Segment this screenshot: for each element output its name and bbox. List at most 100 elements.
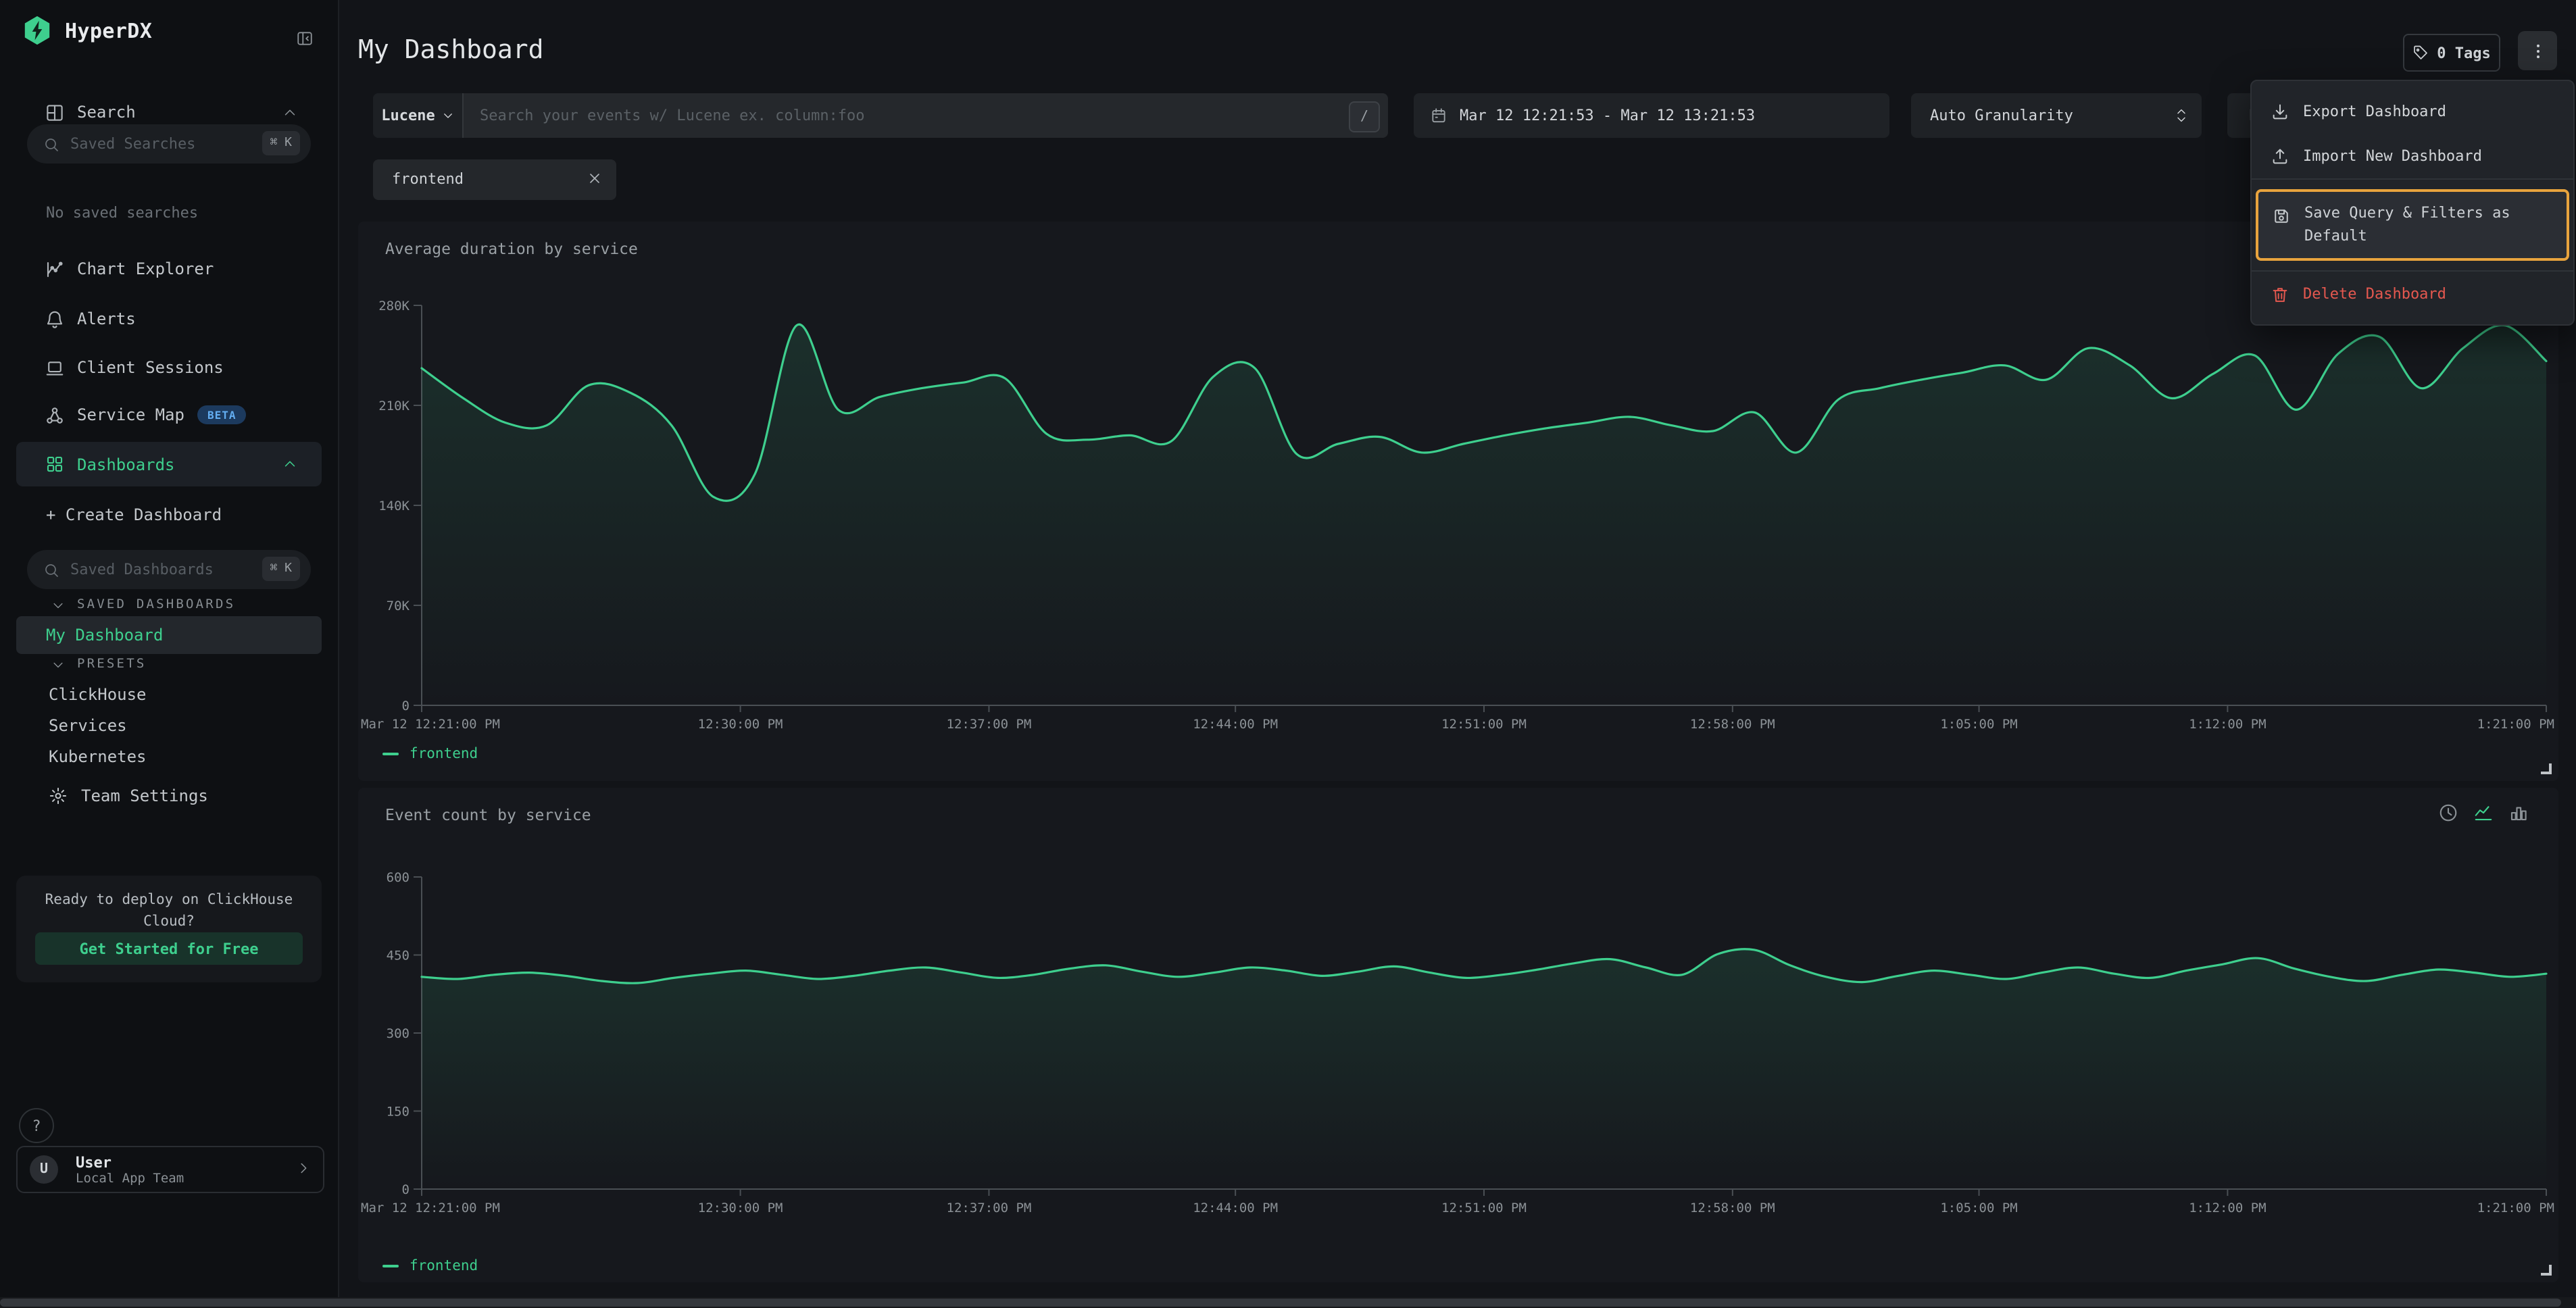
sidebar-item-dashboards[interactable]: Dashboards [16, 442, 322, 486]
hyperdx-logo-icon [22, 15, 53, 46]
tags-label: 0 Tags [2437, 44, 2491, 61]
search-placeholder: Search your events w/ Lucene ex. column:… [480, 107, 865, 124]
chevron-down-icon [51, 657, 65, 671]
query-language-label: Lucene [381, 107, 435, 124]
user-menu[interactable]: U User Local App Team [16, 1146, 324, 1193]
download-icon [2271, 102, 2289, 121]
sidebar-item-clickhouse[interactable]: ClickHouse [49, 685, 147, 704]
saved-dashboards-input[interactable]: Saved Dashboards ⌘ K [27, 550, 311, 589]
search-icon [43, 561, 59, 578]
svg-text:1:05:00 PM: 1:05:00 PM [1940, 1201, 2017, 1215]
date-range-picker[interactable]: Mar 12 12:21:53 - Mar 12 13:21:53 [1414, 93, 1889, 138]
sidebar-item-service-map[interactable]: Service Map BETA [0, 395, 338, 435]
tags-button[interactable]: 0 Tags [2403, 34, 2500, 72]
svg-text:0: 0 [402, 699, 410, 713]
dashboard-list-item-label: My Dashboard [46, 626, 163, 645]
saved-dashboards-placeholder: Saved Dashboards [70, 561, 214, 578]
trash-icon [2271, 284, 2289, 303]
panel-resize-handle[interactable] [2541, 763, 2552, 774]
panel-resize-handle[interactable] [2541, 1265, 2552, 1276]
sidebar-item-team-settings[interactable]: Team Settings [49, 786, 208, 805]
scrollbar-thumb[interactable] [0, 1299, 2561, 1307]
dashboard-options-button[interactable] [2518, 31, 2557, 70]
svg-text:12:58:00 PM: 12:58:00 PM [1690, 1201, 1775, 1215]
upload-icon [2271, 147, 2289, 166]
menu-item-import-dashboard[interactable]: Import New Dashboard [2252, 134, 2573, 178]
filter-chip-frontend[interactable]: frontend [373, 159, 616, 200]
chevron-up-icon [282, 457, 297, 472]
brand-name: HyperDX [65, 18, 152, 43]
menu-item-delete-dashboard[interactable]: Delete Dashboard [2252, 272, 2573, 316]
legend-label: frontend [410, 1258, 478, 1274]
sidebar-item-label: Client Sessions [77, 358, 224, 377]
chevron-down-icon [442, 109, 454, 122]
help-button[interactable]: ? [19, 1108, 54, 1143]
sidebar-item-label: Team Settings [81, 786, 208, 805]
query-language-select[interactable]: Lucene [373, 93, 464, 138]
svg-text:1:05:00 PM: 1:05:00 PM [1940, 717, 2017, 732]
no-saved-searches-text: No saved searches [46, 204, 198, 222]
chevron-down-icon [51, 598, 65, 611]
svg-text:1:12:00 PM: 1:12:00 PM [2189, 717, 2266, 732]
svg-text:450: 450 [387, 949, 410, 963]
saved-searches-input[interactable]: Saved Searches ⌘ K [27, 124, 311, 164]
chart-panel-avg-duration: Average duration by service 070K140K210K… [358, 222, 2558, 781]
sidebar-item-label: Service Map [77, 405, 184, 424]
line-chart[interactable]: 0150300450600Mar 12 12:21:00 PM12:30:00 … [358, 788, 2558, 1282]
svg-text:Mar 12 12:21:00 PM: Mar 12 12:21:00 PM [361, 717, 500, 732]
menu-item-export-dashboard[interactable]: Export Dashboard [2252, 89, 2573, 134]
event-search-input[interactable]: Lucene Search your events w/ Lucene ex. … [373, 93, 1388, 138]
svg-text:600: 600 [387, 870, 410, 885]
sidebar-item-my-dashboard[interactable]: My Dashboard [16, 616, 322, 654]
sidebar-item-client-sessions[interactable]: Client Sessions [0, 347, 338, 388]
legend-swatch [382, 1265, 399, 1268]
search-section-icon [45, 102, 65, 122]
avatar: U [30, 1155, 58, 1184]
section-saved-dashboards[interactable]: SAVED DASHBOARDS [51, 597, 235, 612]
svg-text:280K: 280K [378, 299, 410, 313]
svg-text:12:37:00 PM: 12:37:00 PM [947, 1201, 1032, 1215]
gear-icon [49, 786, 68, 805]
get-started-button[interactable]: Get Started for Free [35, 932, 303, 965]
menu-item-save-default[interactable]: Save Query & Filters as Default [2256, 189, 2569, 261]
sidebar-collapse-icon[interactable] [296, 30, 314, 47]
filter-chip-label: frontend [392, 170, 464, 188]
dashboards-grid-icon [45, 454, 65, 474]
svg-text:12:44:00 PM: 12:44:00 PM [1193, 717, 1278, 732]
chevron-right-icon [296, 1161, 311, 1176]
save-icon [2272, 207, 2291, 226]
shortcut-badge: ⌘ K [262, 556, 300, 581]
bell-icon [45, 309, 65, 329]
granularity-value: Auto Granularity [1930, 107, 2073, 124]
promo-text: Ready to deploy on ClickHouse Cloud? [32, 890, 305, 933]
chart-legend[interactable]: frontend [382, 1258, 478, 1274]
svg-text:140K: 140K [378, 499, 410, 513]
brand-logo[interactable]: HyperDX [22, 15, 152, 46]
horizontal-scrollbar[interactable] [0, 1297, 2576, 1308]
svg-text:1:21:00 PM: 1:21:00 PM [2477, 717, 2554, 732]
svg-text:300: 300 [387, 1026, 410, 1041]
laptop-icon [45, 357, 65, 378]
chart-legend[interactable]: frontend [382, 746, 478, 762]
create-dashboard-button[interactable]: + Create Dashboard [46, 505, 222, 524]
sidebar-item-alerts[interactable]: Alerts [0, 299, 338, 339]
sidebar: HyperDX Search Saved Searches ⌘ K No sav… [0, 0, 339, 1297]
svg-text:1:21:00 PM: 1:21:00 PM [2477, 1201, 2554, 1215]
sidebar-item-services[interactable]: Services [49, 716, 127, 735]
svg-text:12:51:00 PM: 12:51:00 PM [1441, 1201, 1527, 1215]
granularity-select[interactable]: Auto Granularity [1911, 93, 2202, 138]
sidebar-item-label: Alerts [77, 309, 136, 328]
calendar-icon [1430, 107, 1447, 124]
svg-text:210K: 210K [378, 399, 410, 413]
sidebar-item-chart-explorer[interactable]: Chart Explorer [0, 249, 338, 289]
svg-text:12:44:00 PM: 12:44:00 PM [1193, 1201, 1278, 1215]
close-icon[interactable] [587, 170, 603, 186]
legend-swatch [382, 753, 399, 756]
service-map-icon [45, 405, 65, 425]
section-presets[interactable]: PRESETS [51, 657, 147, 672]
sidebar-item-kubernetes[interactable]: Kubernetes [49, 747, 147, 766]
kebab-menu-icon [2528, 41, 2547, 60]
line-chart[interactable]: 070K140K210K280KMar 12 12:21:00 PM12:30:… [358, 222, 2558, 781]
sidebar-item-label: Dashboards [77, 455, 175, 474]
beta-badge: BETA [198, 405, 246, 424]
